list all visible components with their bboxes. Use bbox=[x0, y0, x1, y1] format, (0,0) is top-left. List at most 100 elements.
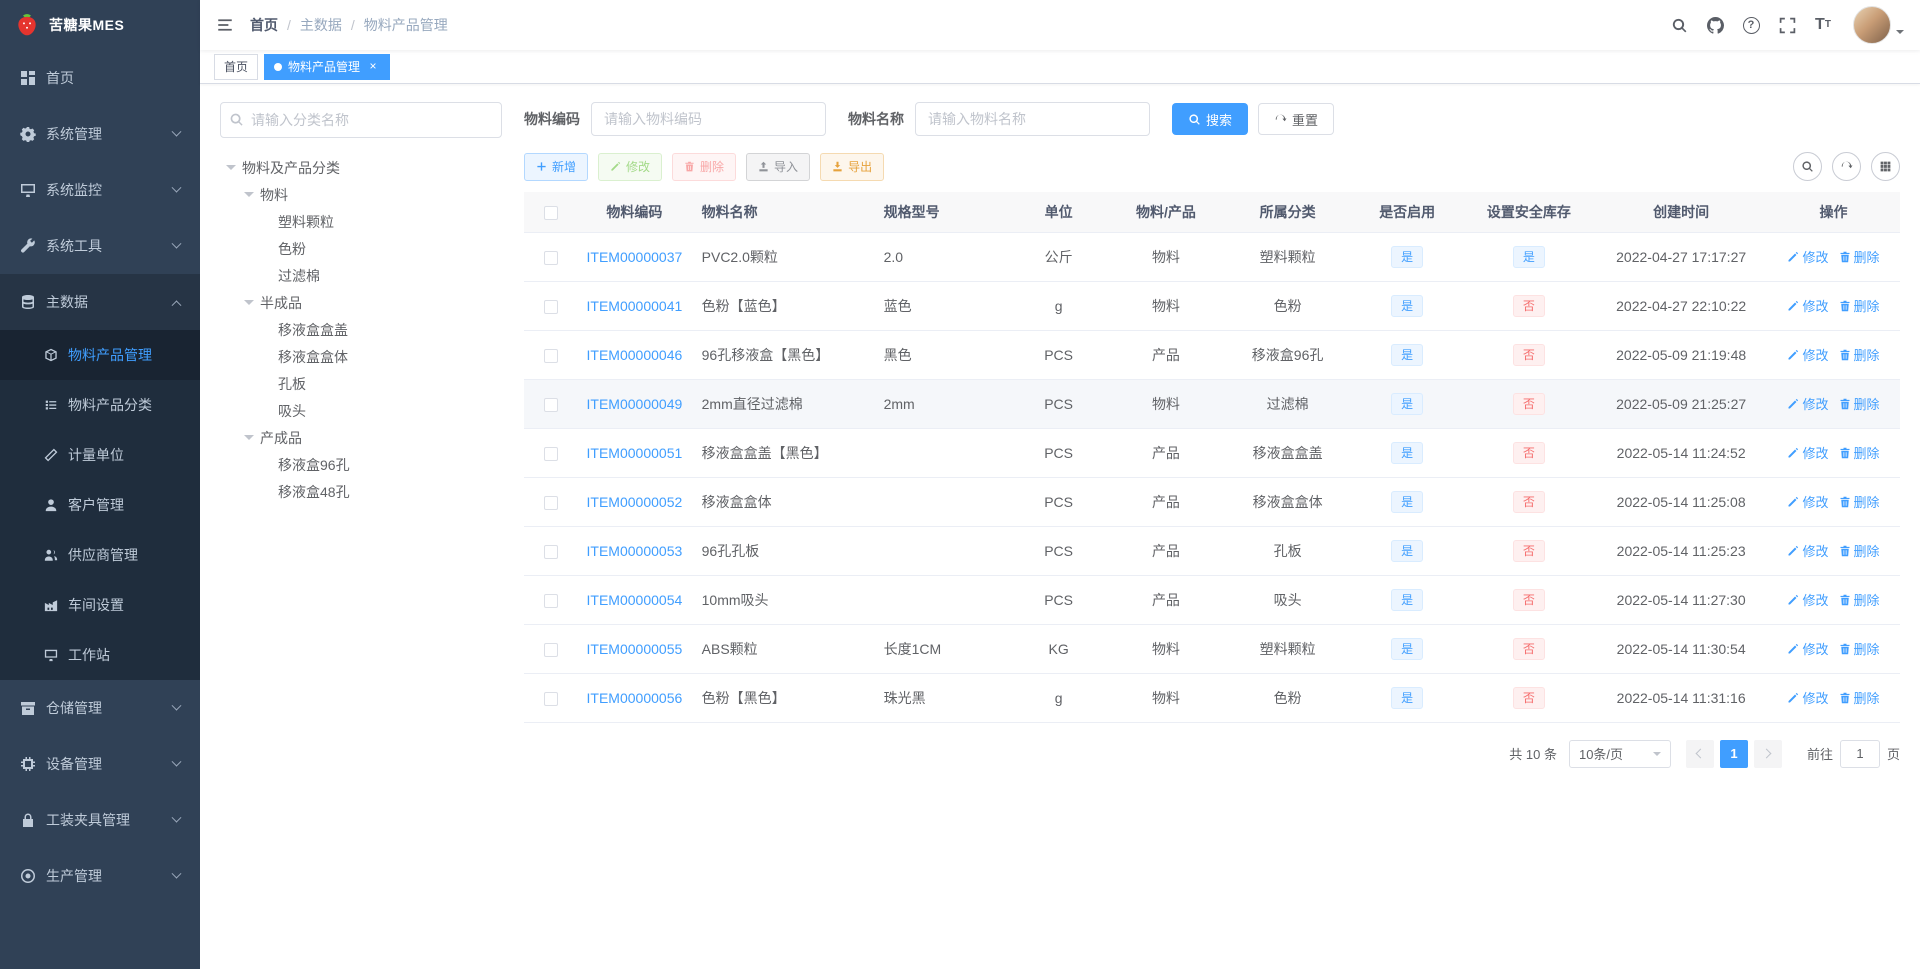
tree-node[interactable]: 移液盒盒体 bbox=[220, 343, 502, 370]
safe-stock-tag[interactable]: 是 bbox=[1512, 245, 1545, 268]
sidebar-item-customer-mgmt[interactable]: 客户管理 bbox=[0, 480, 200, 530]
tree-node[interactable]: 产成品 bbox=[220, 424, 502, 451]
enabled-tag[interactable]: 是 bbox=[1391, 539, 1424, 562]
user-menu[interactable] bbox=[1853, 0, 1904, 50]
table-row[interactable]: ITEM00000056 色粉【黑色】 珠光黑 g 物料 色粉 是 否 2022… bbox=[524, 673, 1900, 723]
enabled-tag[interactable]: 是 bbox=[1391, 294, 1424, 317]
enabled-tag[interactable]: 是 bbox=[1391, 343, 1424, 366]
delete-link[interactable]: 删除 bbox=[1839, 639, 1880, 658]
material-code-link[interactable]: ITEM00000049 bbox=[587, 396, 683, 412]
material-code-link[interactable]: ITEM00000046 bbox=[587, 347, 683, 363]
row-checkbox[interactable] bbox=[543, 250, 558, 265]
table-row[interactable]: ITEM00000037 PVC2.0颗粒 2.0 公斤 物料 塑料颗粒 是 是… bbox=[524, 232, 1900, 282]
material-code-link[interactable]: ITEM00000051 bbox=[587, 445, 683, 461]
material-code-link[interactable]: ITEM00000056 bbox=[587, 690, 683, 706]
fullscreen-icon[interactable] bbox=[1769, 0, 1805, 50]
tree-node[interactable]: 移液盒96孔 bbox=[220, 451, 502, 478]
row-checkbox[interactable] bbox=[543, 299, 558, 314]
row-checkbox[interactable] bbox=[543, 691, 558, 706]
row-checkbox[interactable] bbox=[543, 446, 558, 461]
enabled-tag[interactable]: 是 bbox=[1391, 686, 1424, 709]
material-code-link[interactable]: ITEM00000052 bbox=[587, 494, 683, 510]
sidebar-item-home[interactable]: 首页 bbox=[0, 50, 200, 106]
safe-stock-tag[interactable]: 否 bbox=[1512, 637, 1545, 660]
edit-link[interactable]: 修改 bbox=[1787, 590, 1829, 609]
tree-node[interactable]: 移液盒盒盖 bbox=[220, 316, 502, 343]
row-checkbox[interactable] bbox=[543, 544, 558, 559]
sidebar-item-workshop-settings[interactable]: 车间设置 bbox=[0, 580, 200, 630]
app-logo[interactable]: 苦糖果MES bbox=[0, 0, 200, 50]
delete-link[interactable]: 删除 bbox=[1839, 688, 1880, 707]
tree-node[interactable]: 吸头 bbox=[220, 397, 502, 424]
sidebar-item-supplier-mgmt[interactable]: 供应商管理 bbox=[0, 530, 200, 580]
row-checkbox[interactable] bbox=[543, 397, 558, 412]
import-button[interactable]: 导入 bbox=[746, 152, 811, 181]
github-icon[interactable] bbox=[1697, 0, 1733, 50]
row-checkbox[interactable] bbox=[543, 593, 558, 608]
edit-link[interactable]: 修改 bbox=[1787, 296, 1829, 315]
prev-page-button[interactable] bbox=[1685, 739, 1714, 768]
delete-link[interactable]: 删除 bbox=[1839, 345, 1880, 364]
tree-caret-icon[interactable] bbox=[238, 430, 260, 445]
edit-link[interactable]: 修改 bbox=[1787, 443, 1829, 462]
breadcrumb-item[interactable]: 主数据 bbox=[300, 15, 355, 35]
safe-stock-tag[interactable]: 否 bbox=[1512, 490, 1545, 513]
table-row[interactable]: ITEM00000049 2mm直径过滤棉 2mm PCS 物料 过滤棉 是 否… bbox=[524, 379, 1900, 429]
table-row[interactable]: ITEM00000052 移液盒盒体 PCS 产品 移液盒盒体 是 否 2022… bbox=[524, 477, 1900, 527]
add-button[interactable]: 新增 bbox=[524, 152, 589, 181]
material-code-input[interactable] bbox=[591, 102, 826, 136]
help-icon[interactable]: ? bbox=[1733, 0, 1769, 50]
safe-stock-tag[interactable]: 否 bbox=[1512, 343, 1545, 366]
safe-stock-tag[interactable]: 否 bbox=[1512, 686, 1545, 709]
table-row[interactable]: ITEM00000051 移液盒盒盖【黑色】 PCS 产品 移液盒盒盖 是 否 … bbox=[524, 428, 1900, 478]
tree-node[interactable]: 移液盒48孔 bbox=[220, 478, 502, 505]
material-name-input[interactable] bbox=[915, 102, 1150, 136]
close-icon[interactable] bbox=[366, 60, 380, 74]
tree-node[interactable]: 物料及产品分类 bbox=[220, 154, 502, 181]
delete-link[interactable]: 删除 bbox=[1839, 394, 1880, 413]
enabled-tag[interactable]: 是 bbox=[1391, 588, 1424, 611]
tab-material-product-mgmt[interactable]: 物料产品管理 bbox=[264, 53, 391, 80]
material-code-link[interactable]: ITEM00000055 bbox=[587, 641, 683, 657]
search-button[interactable]: 搜索 bbox=[1172, 103, 1249, 135]
sidebar-item-measure-unit[interactable]: 计量单位 bbox=[0, 430, 200, 480]
sidebar-item-device-mgmt[interactable]: 设备管理 bbox=[0, 736, 200, 792]
edit-button[interactable]: 修改 bbox=[598, 152, 663, 181]
edit-link[interactable]: 修改 bbox=[1787, 394, 1829, 413]
table-row[interactable]: ITEM00000041 色粉【蓝色】 蓝色 g 物料 色粉 是 否 2022-… bbox=[524, 281, 1900, 331]
page-number-button[interactable]: 1 bbox=[1719, 739, 1748, 768]
delete-link[interactable]: 删除 bbox=[1839, 247, 1880, 266]
safe-stock-tag[interactable]: 否 bbox=[1512, 294, 1545, 317]
breadcrumb-item[interactable]: 首页 bbox=[250, 15, 291, 35]
tree-node[interactable]: 过滤棉 bbox=[220, 262, 502, 289]
next-page-button[interactable] bbox=[1753, 739, 1782, 768]
safe-stock-tag[interactable]: 否 bbox=[1512, 392, 1545, 415]
material-code-link[interactable]: ITEM00000053 bbox=[587, 543, 683, 559]
sidebar-item-warehouse-mgmt[interactable]: 仓储管理 bbox=[0, 680, 200, 736]
tree-node[interactable]: 半成品 bbox=[220, 289, 502, 316]
material-code-link[interactable]: ITEM00000054 bbox=[587, 592, 683, 608]
edit-link[interactable]: 修改 bbox=[1787, 541, 1829, 560]
safe-stock-tag[interactable]: 否 bbox=[1512, 441, 1545, 464]
tree-caret-icon[interactable] bbox=[220, 160, 242, 175]
tree-node[interactable]: 孔板 bbox=[220, 370, 502, 397]
tree-node[interactable]: 塑料颗粒 bbox=[220, 208, 502, 235]
edit-link[interactable]: 修改 bbox=[1787, 345, 1829, 364]
goto-page-input[interactable] bbox=[1839, 739, 1880, 768]
tree-node[interactable]: 物料 bbox=[220, 181, 502, 208]
table-row[interactable]: ITEM00000046 96孔移液盒【黑色】 黑色 PCS 产品 移液盒96孔… bbox=[524, 330, 1900, 380]
avatar[interactable] bbox=[1853, 6, 1891, 44]
tab-home[interactable]: 首页 bbox=[214, 53, 259, 80]
enabled-tag[interactable]: 是 bbox=[1391, 392, 1424, 415]
sidebar-item-master-data[interactable]: 主数据 bbox=[0, 274, 200, 330]
enabled-tag[interactable]: 是 bbox=[1391, 245, 1424, 268]
sidebar-item-system-admin[interactable]: 系统管理 bbox=[0, 106, 200, 162]
edit-link[interactable]: 修改 bbox=[1787, 688, 1829, 707]
reset-button[interactable]: 重置 bbox=[1258, 103, 1335, 135]
row-checkbox[interactable] bbox=[543, 495, 558, 510]
column-settings-button[interactable] bbox=[1871, 152, 1900, 181]
export-button[interactable]: 导出 bbox=[820, 152, 885, 181]
edit-link[interactable]: 修改 bbox=[1787, 492, 1829, 511]
toggle-search-button[interactable] bbox=[1793, 152, 1822, 181]
delete-link[interactable]: 删除 bbox=[1839, 296, 1880, 315]
